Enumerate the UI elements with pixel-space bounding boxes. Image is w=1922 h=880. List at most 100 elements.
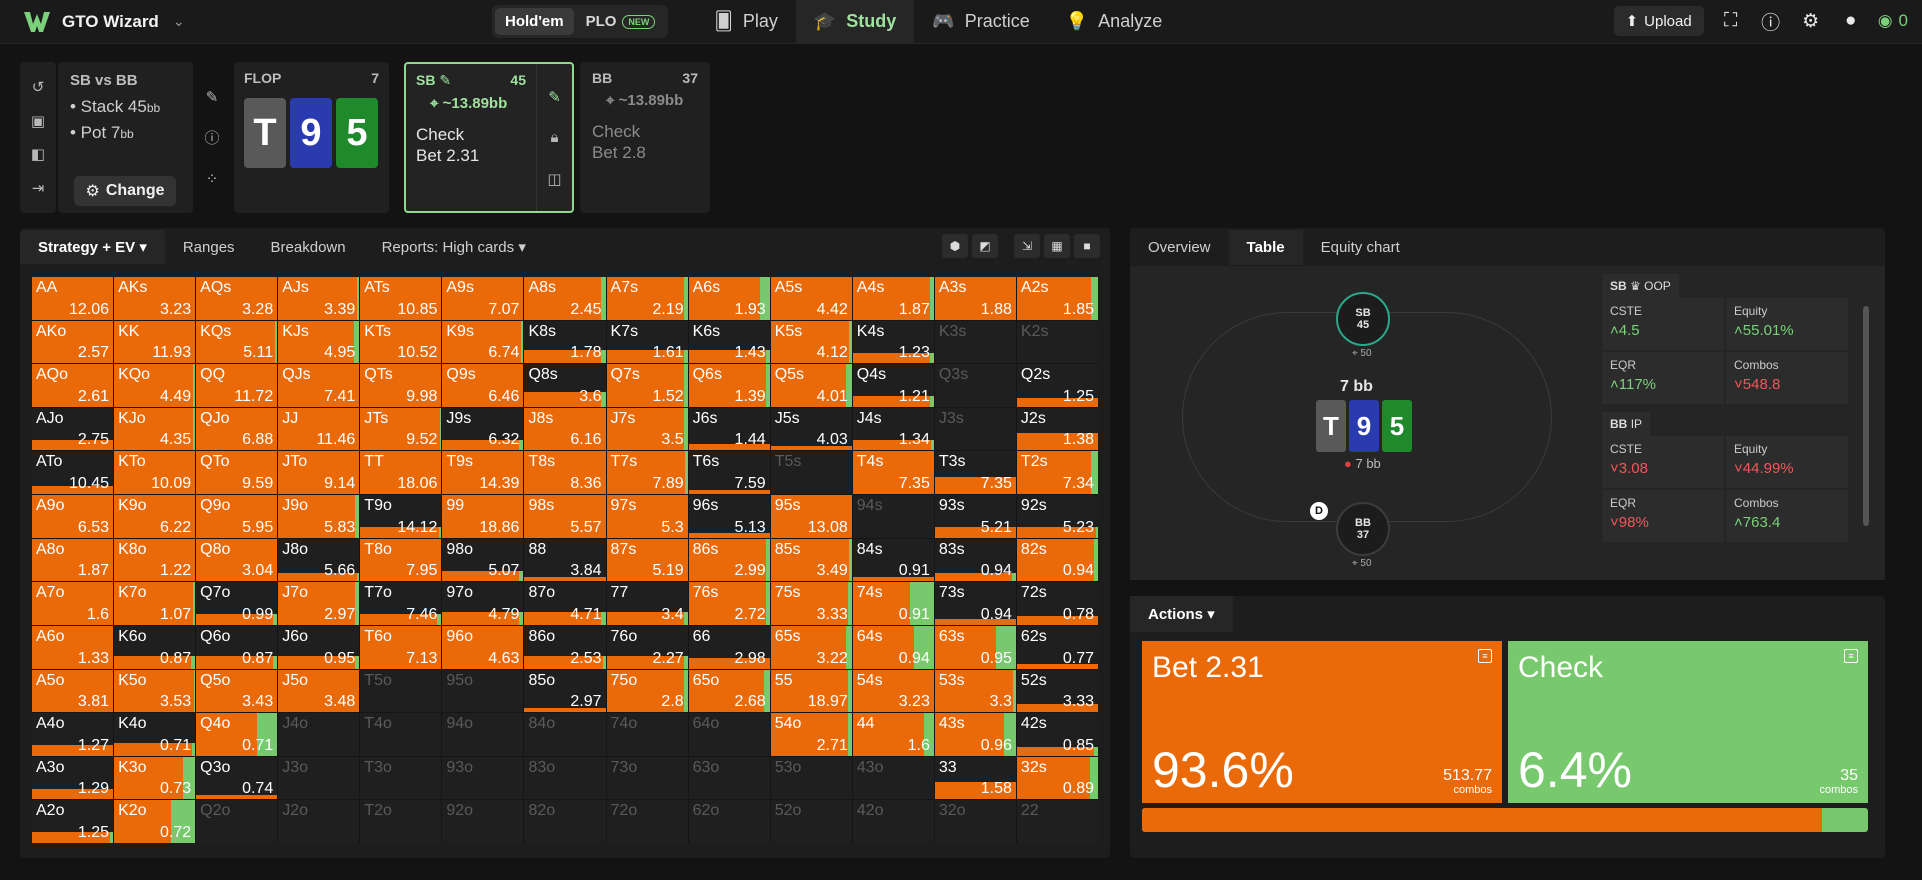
bb-action-card[interactable]: BB 37 ⌖ ~13.89bb Check Bet 2.8 xyxy=(580,62,710,213)
hand-cell[interactable]: K6s 1.43 xyxy=(688,320,770,364)
tab-breakdown[interactable]: Breakdown xyxy=(253,231,364,264)
hand-cell[interactable]: Q8s 3.6 xyxy=(524,364,606,407)
hand-cell[interactable]: AA 12.06 xyxy=(32,277,114,320)
hand-cell[interactable]: AJs 3.39 xyxy=(278,277,360,320)
hand-cell[interactable]: KTo 10.09 xyxy=(114,451,196,495)
hand-cell[interactable]: 86s 2.99 xyxy=(688,538,770,582)
chips-icon[interactable]: ⁘ xyxy=(206,170,219,188)
stats-scrollbar[interactable] xyxy=(1861,290,1871,560)
hand-cell[interactable]: T6o 7.13 xyxy=(360,625,442,669)
chevron-down-icon[interactable]: ⌄ xyxy=(173,13,185,30)
hand-cell[interactable]: K9o 6.22 xyxy=(114,495,196,538)
tab-strategy-ev[interactable]: Strategy + EV ▾ xyxy=(20,230,165,264)
hand-cell[interactable]: A2s 1.85 xyxy=(1016,277,1098,320)
hand-cell[interactable]: 72o xyxy=(606,800,688,843)
hand-cell[interactable]: 62o xyxy=(688,800,770,843)
hand-cell[interactable]: T4o xyxy=(360,713,442,756)
hand-cell[interactable]: 55 18.97 xyxy=(770,669,852,713)
user-icon[interactable]: ● xyxy=(1838,8,1864,34)
hand-cell[interactable]: K5s 4.12 xyxy=(770,320,852,364)
hand-cell[interactable]: 82o xyxy=(524,800,606,843)
hand-cell[interactable]: 72s 0.78 xyxy=(1016,582,1098,625)
hand-cell[interactable]: T7o 7.46 xyxy=(360,582,442,625)
hand-cell[interactable]: KQo 4.49 xyxy=(114,364,196,407)
hand-cell[interactable]: QQ 11.72 xyxy=(196,364,278,407)
nav-play[interactable]: 🂠 Play xyxy=(696,0,795,44)
hand-cell[interactable]: J4o xyxy=(278,713,360,756)
hand-cell[interactable]: 92o xyxy=(442,800,524,843)
hand-cell[interactable]: T7s 7.89 xyxy=(606,451,688,495)
hand-cell[interactable]: A5o 3.81 xyxy=(32,669,114,713)
hand-cell[interactable]: J7o 2.97 xyxy=(278,582,360,625)
hand-cell[interactable]: 93s 5.21 xyxy=(934,495,1016,538)
hand-cell[interactable]: Q5s 4.01 xyxy=(770,364,852,407)
hand-cell[interactable]: 32s 0.89 xyxy=(1016,756,1098,800)
hand-cell[interactable]: 85o 2.97 xyxy=(524,669,606,713)
hand-cell[interactable]: K2s xyxy=(1016,320,1098,364)
hand-cell[interactable]: J2s 1.38 xyxy=(1016,407,1098,451)
hand-cell[interactable]: QTs 9.98 xyxy=(360,364,442,407)
hand-cell[interactable]: 97s 5.3 xyxy=(606,495,688,538)
hand-cell[interactable]: JTs 9.52 xyxy=(360,407,442,451)
hand-cell[interactable]: A7s 2.19 xyxy=(606,277,688,320)
hand-cell[interactable]: 32o xyxy=(934,800,1016,843)
nav-study[interactable]: 🎓 Study xyxy=(795,0,915,44)
hand-cell[interactable]: A6s 1.93 xyxy=(688,277,770,320)
save-icon[interactable]: ▣ xyxy=(31,112,45,130)
bb-seat[interactable]: BB 37 xyxy=(1336,502,1390,556)
hand-cell[interactable]: 83o xyxy=(524,756,606,800)
hand-cell[interactable]: ATs 10.85 xyxy=(360,277,442,320)
edit-icon[interactable]: ✎ xyxy=(206,88,219,106)
hand-cell[interactable]: 65o 2.68 xyxy=(688,669,770,713)
hand-cell[interactable]: Q2s 1.25 xyxy=(1016,364,1098,407)
info-icon[interactable]: ⓘ xyxy=(204,127,219,148)
hand-cell[interactable]: Q9o 5.95 xyxy=(196,495,278,538)
collapse-icon[interactable]: ⇥ xyxy=(32,179,45,197)
hand-cell[interactable]: Q3s xyxy=(934,364,1016,407)
hand-cell[interactable]: J8s 6.16 xyxy=(524,407,606,451)
hand-cell[interactable]: 87s 5.19 xyxy=(606,538,688,582)
hand-cell[interactable]: A5s 4.42 xyxy=(770,277,852,320)
hand-cell[interactable]: 96o 4.63 xyxy=(442,625,524,669)
actions-dropdown[interactable]: Actions ▾ xyxy=(1130,596,1233,632)
hand-cell[interactable]: Q6o 0.87 xyxy=(196,625,278,669)
hand-cell[interactable]: K9s 6.74 xyxy=(442,320,524,364)
hand-cell[interactable]: 98s 5.57 xyxy=(524,495,606,538)
hand-cell[interactable]: 65s 3.22 xyxy=(770,625,852,669)
hand-cell[interactable]: 54s 3.23 xyxy=(852,669,934,713)
hand-cell[interactable]: 64o xyxy=(688,713,770,756)
hand-cell[interactable]: K7s 1.61 xyxy=(606,320,688,364)
hand-cell[interactable]: K4o 0.71 xyxy=(114,713,196,756)
hand-cell[interactable]: Q6s 1.39 xyxy=(688,364,770,407)
hand-cell[interactable]: 95s 13.08 xyxy=(770,495,852,538)
hand-cell[interactable]: 84s 0.91 xyxy=(852,538,934,582)
hand-cell[interactable]: A8s 2.45 xyxy=(524,277,606,320)
hand-cell[interactable]: J6s 1.44 xyxy=(688,407,770,451)
hand-cell[interactable]: K3s xyxy=(934,320,1016,364)
credits-display[interactable]: ◉ 0 xyxy=(1878,11,1908,31)
hand-cell[interactable]: J4s 1.34 xyxy=(852,407,934,451)
hand-cell[interactable]: 63s 0.95 xyxy=(934,625,1016,669)
hand-cell[interactable]: A9o 6.53 xyxy=(32,495,114,538)
hand-cell[interactable]: K5o 3.53 xyxy=(114,669,196,713)
hand-cell[interactable]: 92s 5.23 xyxy=(1016,495,1098,538)
hand-cell[interactable]: J5s 4.03 xyxy=(770,407,852,451)
hand-cell[interactable]: T2o xyxy=(360,800,442,843)
hand-cell[interactable]: 94o xyxy=(442,713,524,756)
nav-practice[interactable]: 🎮 Practice xyxy=(914,0,1047,44)
hand-cell[interactable]: K6o 0.87 xyxy=(114,625,196,669)
hand-cell[interactable]: A3s 1.88 xyxy=(934,277,1016,320)
hand-cell[interactable]: 97o 4.79 xyxy=(442,582,524,625)
hand-cell[interactable]: 43o xyxy=(852,756,934,800)
hand-cell[interactable]: AKo 2.57 xyxy=(32,320,114,364)
holdem-button[interactable]: Hold'em xyxy=(495,8,574,35)
hand-cell[interactable]: K7o 1.07 xyxy=(114,582,196,625)
note-icon[interactable]: ≡ xyxy=(1478,649,1492,663)
hand-cell[interactable]: 83s 0.94 xyxy=(934,538,1016,582)
hand-cell[interactable]: J6o 0.95 xyxy=(278,625,360,669)
hand-cell[interactable]: ATo 10.45 xyxy=(32,451,114,495)
hand-cell[interactable]: 52o xyxy=(770,800,852,843)
hand-cell[interactable]: TT 18.06 xyxy=(360,451,442,495)
hand-cell[interactable]: Q5o 3.43 xyxy=(196,669,278,713)
hand-cell[interactable]: T2s 7.34 xyxy=(1016,451,1098,495)
